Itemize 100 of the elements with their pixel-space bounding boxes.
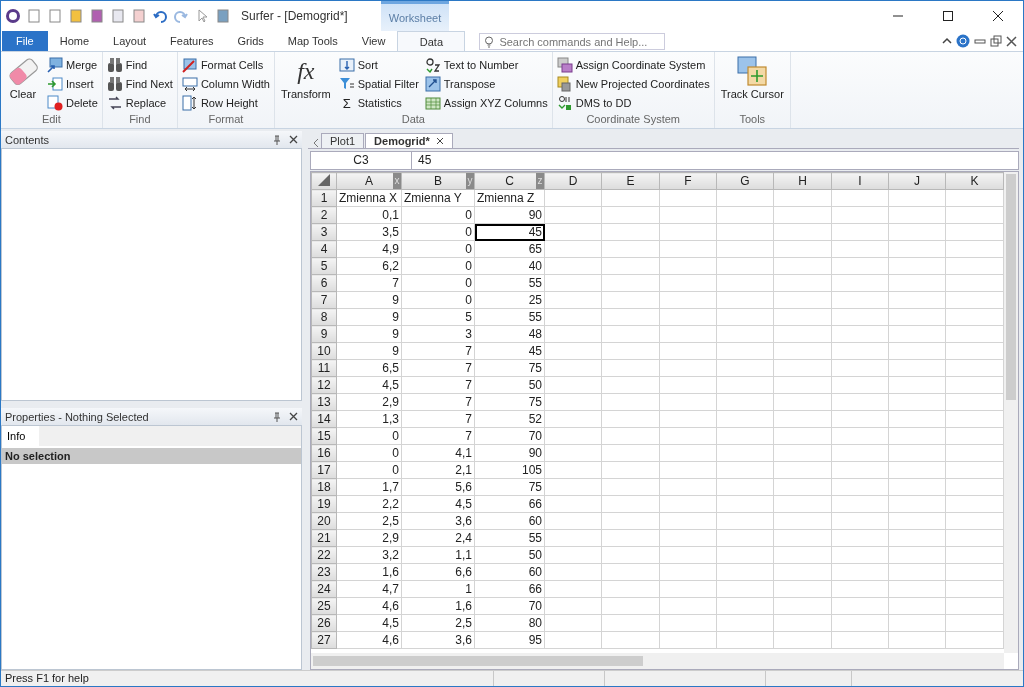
table-cell[interactable]: 4,6 xyxy=(336,597,402,615)
column-header[interactable]: A x xyxy=(336,172,402,190)
table-cell[interactable]: 7 xyxy=(401,359,475,377)
table-cell[interactable]: 9 xyxy=(336,342,402,360)
table-cell[interactable]: 0 xyxy=(401,274,475,292)
table-cell[interactable]: 3,6 xyxy=(401,512,475,530)
table-cell[interactable]: 0 xyxy=(401,206,475,224)
select-all-icon[interactable] xyxy=(318,173,330,186)
table-cell[interactable]: 2,4 xyxy=(401,529,475,547)
ribbon-tab[interactable]: Layout xyxy=(101,31,159,51)
table-cell[interactable]: 1,1 xyxy=(401,546,475,564)
ribbon-tab[interactable]: Grids xyxy=(225,31,276,51)
table-cell[interactable]: 0 xyxy=(401,257,475,275)
table-cell[interactable]: 7 xyxy=(401,393,475,411)
table-cell[interactable]: 50 xyxy=(474,546,545,564)
table-cell[interactable]: 52 xyxy=(474,410,545,428)
table-cell[interactable]: 50 xyxy=(474,376,545,394)
table-cell[interactable]: 5,6 xyxy=(401,478,475,496)
vertical-scrollbar[interactable] xyxy=(1004,172,1018,653)
column-header[interactable]: F xyxy=(659,172,717,190)
column-header[interactable]: C z xyxy=(474,172,545,190)
pin-icon[interactable] xyxy=(273,411,281,422)
table-cell[interactable]: 45 xyxy=(474,342,545,360)
search-field[interactable]: Search commands and Help... xyxy=(479,33,666,50)
close-icon[interactable] xyxy=(289,135,298,144)
table-cell[interactable]: 1,7 xyxy=(336,478,402,496)
table-cell[interactable]: 0 xyxy=(336,461,402,479)
table-cell[interactable]: 2,5 xyxy=(401,614,475,632)
ribbon-button[interactable]: Track Cursor xyxy=(717,54,787,113)
table-cell[interactable]: 66 xyxy=(474,580,545,598)
column-header[interactable]: J xyxy=(888,172,946,190)
close-icon[interactable] xyxy=(435,137,444,145)
ribbon-button[interactable]: Assign Coordinate System xyxy=(555,56,711,74)
table-cell[interactable]: 70 xyxy=(474,597,545,615)
scroll-left-icon[interactable] xyxy=(312,138,320,148)
pin-icon[interactable] xyxy=(273,134,281,145)
app-menu-icon[interactable] xyxy=(5,8,21,24)
table-cell[interactable]: 0 xyxy=(336,427,402,445)
table-cell[interactable]: 75 xyxy=(474,393,545,411)
table-cell[interactable]: 6,2 xyxy=(336,257,402,275)
table-cell[interactable]: 2,5 xyxy=(336,512,402,530)
table-cell[interactable]: 7 xyxy=(336,274,402,292)
ribbon-tab[interactable]: View xyxy=(349,31,398,51)
scroll-thumb[interactable] xyxy=(1006,174,1016,400)
table-cell[interactable]: 2,2 xyxy=(336,495,402,513)
table-cell[interactable]: 66 xyxy=(474,495,545,513)
document-tab[interactable]: Demogrid* xyxy=(365,133,453,148)
table-cell[interactable]: 90 xyxy=(474,206,545,224)
table-cell[interactable]: 2,1 xyxy=(401,461,475,479)
ribbon-button[interactable]: Find xyxy=(105,56,174,74)
table-cell[interactable]: 1,6 xyxy=(401,597,475,615)
redo-icon[interactable] xyxy=(173,8,189,24)
ribbon-button[interactable]: Merge xyxy=(46,56,99,74)
horizontal-scrollbar[interactable] xyxy=(311,653,1004,669)
ribbon-button[interactable]: DMS to DD xyxy=(555,94,711,112)
table-cell[interactable]: 9 xyxy=(336,291,402,309)
scroll-thumb[interactable] xyxy=(313,656,643,666)
table-cell[interactable]: 3,6 xyxy=(401,631,475,649)
table-cell[interactable]: 75 xyxy=(474,359,545,377)
table-cell[interactable]: 75 xyxy=(474,478,545,496)
table-cell[interactable]: 1,6 xyxy=(336,563,402,581)
table-cell[interactable]: 65 xyxy=(474,240,545,258)
ribbon-button[interactable]: Replace xyxy=(105,94,174,112)
ribbon-button[interactable]: Transpose xyxy=(423,75,549,93)
table-cell[interactable]: 7 xyxy=(401,376,475,394)
table-cell[interactable]: 1 xyxy=(401,580,475,598)
table-cell[interactable]: 2,9 xyxy=(336,393,402,411)
ribbon-button[interactable]: Delete xyxy=(46,94,99,112)
table-cell[interactable]: Zmienna Y xyxy=(401,189,475,207)
ribbon-button[interactable]: Sort xyxy=(337,56,420,74)
column-header[interactable]: E xyxy=(601,172,660,190)
table-cell[interactable]: 25 xyxy=(474,291,545,309)
ribbon-button[interactable]: New Projected Coordinates xyxy=(555,75,711,93)
table-cell[interactable]: 3,2 xyxy=(336,546,402,564)
table-cell[interactable]: 0 xyxy=(401,223,475,241)
table-cell[interactable]: 70 xyxy=(474,427,545,445)
column-header[interactable]: K xyxy=(945,172,1004,190)
table-cell[interactable]: 60 xyxy=(474,512,545,530)
table-cell[interactable]: Zmienna X xyxy=(336,189,402,207)
column-header[interactable]: G xyxy=(716,172,774,190)
table-cell[interactable]: 4,5 xyxy=(401,495,475,513)
table-cell[interactable]: 3 xyxy=(401,325,475,343)
table-cell[interactable]: 45 xyxy=(474,223,545,241)
close-document-icon[interactable] xyxy=(1006,35,1017,47)
minimize-document-icon[interactable] xyxy=(974,36,986,46)
ribbon-button[interactable]: Column Width xyxy=(180,75,271,93)
column-header[interactable]: D xyxy=(544,172,602,190)
ribbon-tab[interactable]: Map Tools xyxy=(275,31,350,51)
table-cell[interactable]: 95 xyxy=(474,631,545,649)
ribbon-tab[interactable]: Features xyxy=(158,31,226,51)
ribbon-button[interactable]: Format Cells xyxy=(180,56,271,74)
table-cell[interactable]: 6,5 xyxy=(336,359,402,377)
ribbon-button[interactable]: fx Transform xyxy=(277,54,334,113)
table-cell[interactable]: 4,9 xyxy=(336,240,402,258)
table-cell[interactable]: 7 xyxy=(401,342,475,360)
ribbon-button[interactable]: Clear xyxy=(4,54,42,113)
document-tab[interactable]: Plot1 xyxy=(321,133,365,148)
table-cell[interactable]: 48 xyxy=(474,325,545,343)
table-cell[interactable]: 4,6 xyxy=(336,631,402,649)
table-cell[interactable]: 4,7 xyxy=(336,580,402,598)
